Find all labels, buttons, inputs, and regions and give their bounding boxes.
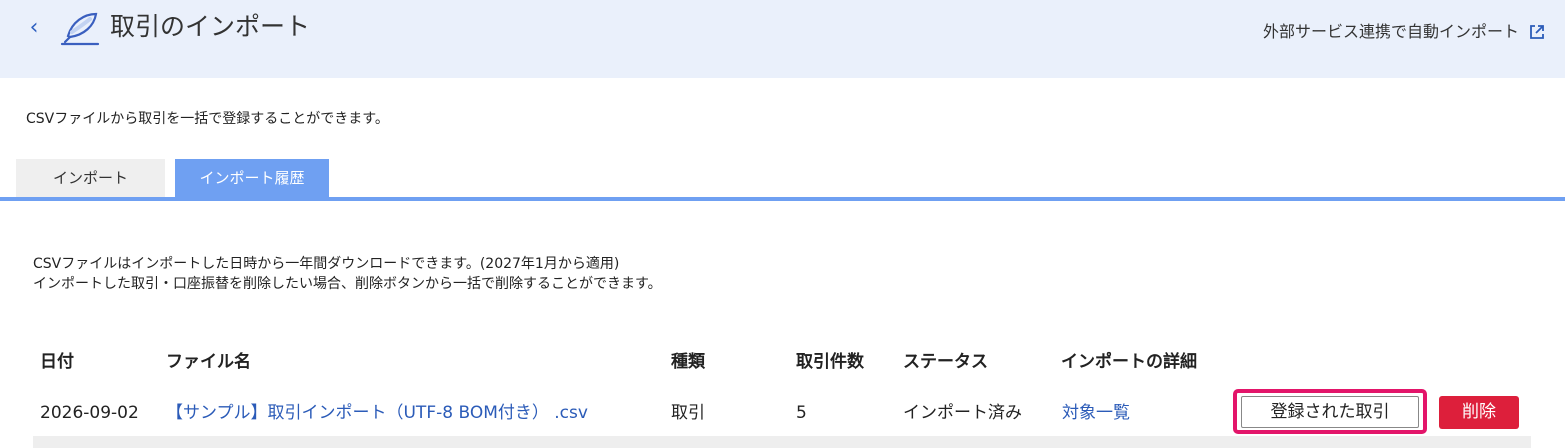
tab-import[interactable]: インポート — [16, 159, 165, 198]
registered-transactions-button[interactable]: 登録された取引 — [1241, 396, 1419, 428]
column-header-file-name: ファイル名 — [166, 352, 251, 372]
note-download: CSVファイルはインポートした日時から一年間ダウンロードできます。(2027年1… — [33, 256, 620, 272]
tab-underline — [0, 197, 1565, 201]
column-header-date: 日付 — [40, 352, 74, 372]
column-header-type: 種類 — [671, 352, 705, 372]
intro-text: CSVファイルから取引を一括で登録することができます。 — [26, 111, 389, 127]
cell-status: インポート済み — [903, 403, 1022, 423]
column-header-detail: インポートの詳細 — [1061, 352, 1197, 372]
history-notes: CSVファイルはインポートした日時から一年間ダウンロードできます。(2027年1… — [33, 254, 662, 294]
cell-type: 取引 — [671, 403, 705, 423]
tab-import-history[interactable]: インポート履歴 — [175, 159, 329, 198]
table-row-divider — [33, 436, 1531, 448]
external-service-link[interactable]: 外部サービス連携で自動インポート — [1263, 20, 1545, 44]
page-title: 取引のインポート — [110, 12, 311, 41]
tab-bar: インポート インポート履歴 — [16, 159, 329, 198]
feather-logo-icon — [60, 12, 100, 46]
external-service-link-label: 外部サービス連携で自動インポート — [1262, 22, 1519, 41]
cell-file-name-link[interactable]: 【サンプル】取引インポート（UTF-8 BOM付き） .csv — [166, 401, 588, 425]
external-link-icon — [1530, 25, 1544, 39]
cell-count: 5 — [796, 403, 807, 423]
column-header-status: ステータス — [903, 352, 988, 372]
back-chevron-icon[interactable]: ‹ — [22, 14, 46, 42]
delete-button[interactable]: 削除 — [1439, 396, 1519, 429]
note-delete: インポートした取引・口座振替を削除したい場合、削除ボタンから一括で削除することが… — [33, 276, 662, 292]
cell-date: 2026-09-02 — [40, 403, 139, 423]
page-header: ‹ 取引のインポート 外部サービス連携で自動インポート — [0, 0, 1565, 78]
target-list-link[interactable]: 対象一覧 — [1062, 401, 1130, 425]
column-header-count: 取引件数 — [796, 352, 864, 372]
